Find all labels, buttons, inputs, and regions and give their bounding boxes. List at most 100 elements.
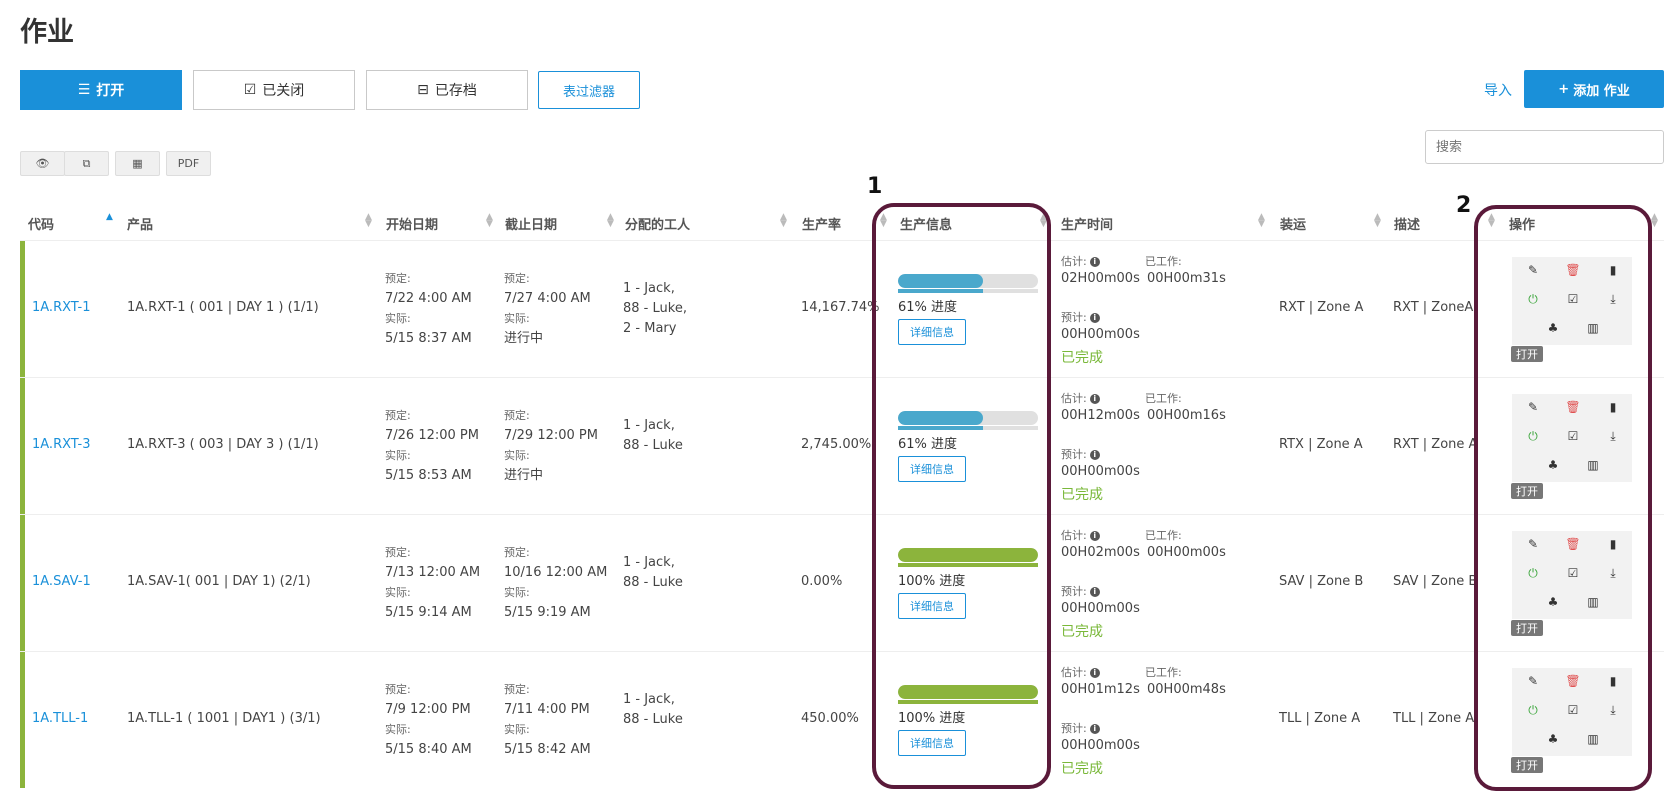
worked-label: 已工作: bbox=[1145, 666, 1182, 679]
actual-label: 实际: bbox=[504, 449, 530, 462]
end-scheduled: 10/16 12:00 AM bbox=[504, 565, 608, 580]
col-workers[interactable]: 分配的工人 bbox=[625, 214, 690, 233]
production-rate: 0.00% bbox=[801, 574, 843, 589]
sort-icon: ▲ ▼ bbox=[1258, 212, 1265, 229]
row-status-bar bbox=[20, 515, 25, 651]
worker-name: 88 - Luke, bbox=[623, 301, 687, 316]
col-start-date[interactable]: 开始日期 bbox=[386, 214, 438, 233]
actual-label: 实际: bbox=[504, 312, 530, 325]
assigned-workers: 1 - Jack, 88 - Luke bbox=[623, 416, 683, 456]
status-complete: 已完成 bbox=[1061, 761, 1103, 777]
info-icon: i bbox=[1089, 393, 1100, 404]
start-actual: 5/15 9:14 AM bbox=[385, 605, 472, 620]
col-end-date[interactable]: 截止日期 bbox=[505, 214, 557, 233]
add-job-button[interactable]: + 添加 作业 bbox=[1524, 70, 1664, 108]
info-icon: i bbox=[1089, 723, 1100, 734]
plus-icon: + bbox=[1558, 81, 1570, 97]
col-production-time[interactable]: 生产时间 bbox=[1061, 214, 1113, 233]
shipping-value: RXT | Zone A bbox=[1279, 300, 1364, 315]
end-actual: 进行中 bbox=[504, 331, 544, 346]
eye-icon[interactable]: 👁 bbox=[20, 151, 65, 176]
actual-label: 实际: bbox=[385, 723, 411, 736]
status-complete: 已完成 bbox=[1061, 624, 1103, 640]
end-actual: 5/15 8:42 AM bbox=[504, 742, 591, 757]
list-icon: ☰ bbox=[77, 82, 91, 98]
actual-label: 实际: bbox=[504, 586, 530, 599]
product-name: 1A.RXT-1 ( 001 | DAY 1 ) (1/1) bbox=[127, 300, 319, 315]
forecast-label: 预计: bbox=[1061, 722, 1087, 735]
forecast-label: 预计: bbox=[1061, 311, 1087, 324]
scheduled-label: 预定: bbox=[504, 409, 530, 422]
estimate-label: 估计: bbox=[1061, 666, 1087, 679]
estimate-value: 00H02m00s bbox=[1061, 545, 1140, 560]
info-icon: i bbox=[1089, 312, 1100, 323]
sort-asc-icon: ▲ bbox=[106, 212, 113, 222]
end-scheduled: 7/27 4:00 AM bbox=[504, 291, 591, 306]
col-product[interactable]: 产品 bbox=[127, 214, 153, 233]
check-square-icon: ☑ bbox=[243, 82, 257, 98]
sort-icon: ▲ ▼ bbox=[1651, 212, 1658, 229]
estimate-value: 00H01m12s bbox=[1061, 682, 1140, 697]
copy-icon[interactable]: ⧉ bbox=[64, 151, 109, 176]
worked-label: 已工作: bbox=[1145, 392, 1182, 405]
shipping-value: RTX | Zone A bbox=[1279, 437, 1363, 452]
pdf-button[interactable]: PDF bbox=[166, 151, 211, 176]
start-scheduled: 7/26 12:00 PM bbox=[385, 428, 479, 443]
end-scheduled: 7/11 4:00 PM bbox=[504, 702, 590, 717]
job-code-link[interactable]: 1A.SAV-1 bbox=[32, 574, 91, 589]
job-code-link[interactable]: 1A.TLL-1 bbox=[32, 711, 88, 726]
col-code[interactable]: 代码 bbox=[28, 214, 54, 233]
scheduled-label: 预定: bbox=[504, 683, 530, 696]
end-actual: 进行中 bbox=[504, 468, 544, 483]
assigned-workers: 1 - Jack, 88 - Luke, 2 - Mary bbox=[623, 279, 687, 339]
end-date-cell: 预定: 7/27 4:00 AM 实际: 进行中 bbox=[504, 269, 591, 349]
import-link[interactable]: 导入 bbox=[1484, 80, 1512, 100]
tab-archived-label: 已存档 bbox=[434, 83, 477, 99]
scheduled-label: 预定: bbox=[504, 546, 530, 559]
col-rate[interactable]: 生产率 bbox=[802, 214, 841, 233]
actual-label: 实际: bbox=[385, 449, 411, 462]
add-job-label: 添加 作业 bbox=[1573, 83, 1630, 99]
table-filter-button[interactable]: 表过滤器 bbox=[538, 71, 640, 109]
production-time-cell: 估计: i 已工作: 02H00m00s 00H00m31s 预计: i 00H00… bbox=[1061, 253, 1291, 375]
end-date-cell: 预定: 10/16 12:00 AM 实际: 5/15 9:19 AM bbox=[504, 543, 607, 623]
col-description[interactable]: 描述 bbox=[1394, 214, 1420, 233]
sort-icon: ▲ ▼ bbox=[780, 212, 787, 229]
estimate-value: 02H00m00s bbox=[1061, 271, 1140, 286]
scheduled-label: 预定: bbox=[385, 683, 411, 696]
estimate-block: 估计: i bbox=[1061, 664, 1100, 680]
worker-name: 2 - Mary bbox=[623, 321, 677, 336]
production-rate: 14,167.74% bbox=[801, 300, 880, 315]
callout-number: 1 bbox=[867, 174, 883, 199]
worker-name: 1 - Jack, bbox=[623, 418, 675, 433]
job-code-link[interactable]: 1A.RXT-1 bbox=[32, 300, 91, 315]
info-icon: i bbox=[1089, 256, 1100, 267]
table-icon[interactable]: ▦ bbox=[115, 151, 160, 176]
callout-box-production-info bbox=[872, 203, 1051, 789]
tab-open[interactable]: ☰ 打开 bbox=[20, 70, 182, 110]
row-status-bar bbox=[20, 241, 25, 377]
forecast-label: 预计: bbox=[1061, 448, 1087, 461]
info-icon: i bbox=[1089, 449, 1100, 460]
estimate-label: 估计: bbox=[1061, 255, 1087, 268]
worker-name: 1 - Jack, bbox=[623, 692, 675, 707]
forecast-block: 预计: i bbox=[1061, 583, 1100, 599]
worked-value: 00H00m48s bbox=[1147, 682, 1226, 697]
job-code-link[interactable]: 1A.RXT-3 bbox=[32, 437, 91, 452]
forecast-block: 预计: i bbox=[1061, 309, 1100, 325]
col-shipping[interactable]: 装运 bbox=[1280, 214, 1306, 233]
search-input[interactable] bbox=[1425, 130, 1664, 164]
tab-closed[interactable]: ☑ 已关闭 bbox=[193, 70, 355, 110]
status-complete: 已完成 bbox=[1061, 487, 1103, 503]
callout-number: 2 bbox=[1456, 193, 1472, 218]
callout-box-actions bbox=[1474, 205, 1652, 791]
sort-icon: ▲ ▼ bbox=[607, 212, 614, 229]
tab-archived[interactable]: ⊟ 已存档 bbox=[366, 70, 528, 110]
sort-icon: ▲ ▼ bbox=[365, 212, 372, 229]
description-value: RXT | ZoneA bbox=[1393, 300, 1474, 315]
info-icon: i bbox=[1089, 530, 1100, 541]
info-icon: i bbox=[1089, 586, 1100, 597]
production-rate: 2,745.00% bbox=[801, 437, 872, 452]
forecast-value: 00H00m00s bbox=[1061, 601, 1140, 616]
start-actual: 5/15 8:37 AM bbox=[385, 331, 472, 346]
